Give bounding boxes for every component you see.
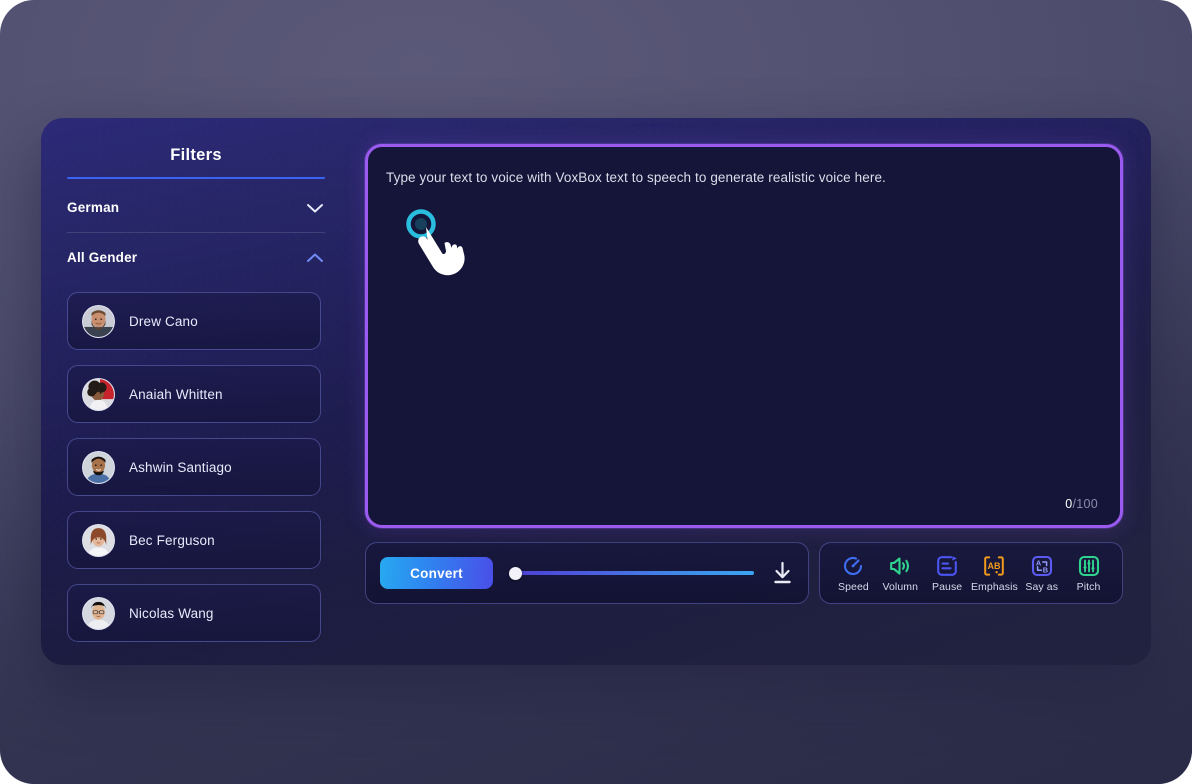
avatar <box>82 377 115 411</box>
convert-panel: Convert <box>365 542 809 604</box>
pitch-sliders-icon[interactable] <box>1076 553 1101 578</box>
avatar <box>82 450 115 484</box>
say-as-icon[interactable]: A B <box>1029 553 1054 578</box>
list-item[interactable]: Anaiah Whitten <box>67 365 321 423</box>
ssml-tools-panel: Speed Volumn Pause AB Emphasis A B Say a… <box>819 542 1123 604</box>
tool-volume[interactable]: Volumn <box>877 553 923 593</box>
hand-pointer-cursor <box>402 207 482 279</box>
text-editor-panel[interactable]: Type your text to voice with VoxBox text… <box>365 144 1123 528</box>
voice-name: Ashwin Santiago <box>129 459 232 475</box>
filter-gender-row[interactable]: All Gender <box>67 233 325 282</box>
tool-speed[interactable]: Speed <box>830 553 876 593</box>
app-root: Filters German All Gender Drew Cano Anai… <box>0 0 1192 784</box>
tool-say-as[interactable]: A B Say as <box>1019 553 1065 593</box>
speed-gauge-icon[interactable] <box>841 553 866 578</box>
chevron-up-icon[interactable] <box>305 252 325 264</box>
download-icon[interactable] <box>770 558 794 588</box>
character-counter: 0/100 <box>1065 497 1098 511</box>
list-item[interactable]: Nicolas Wang <box>67 584 321 642</box>
progress-slider[interactable] <box>509 563 754 583</box>
tool-label: Pitch <box>1076 581 1101 593</box>
text-editor-inner[interactable]: Type your text to voice with VoxBox text… <box>368 147 1120 525</box>
text-input-placeholder: Type your text to voice with VoxBox text… <box>386 170 886 185</box>
slider-knob[interactable] <box>509 566 522 580</box>
app-window: Filters German All Gender Drew Cano Anai… <box>41 118 1151 665</box>
voice-name: Bec Ferguson <box>129 532 215 548</box>
voice-list[interactable]: Drew Cano Anaiah Whitten Ashwin Santiago… <box>67 292 325 665</box>
tool-pitch[interactable]: Pitch <box>1066 553 1112 593</box>
avatar <box>82 596 115 630</box>
filters-title-underline <box>67 177 325 179</box>
voice-name: Anaiah Whitten <box>129 386 223 402</box>
volume-icon[interactable] <box>888 553 913 578</box>
filters-sidebar: Filters German All Gender Drew Cano Anai… <box>41 118 351 665</box>
tool-label: Say as <box>1025 581 1059 593</box>
pause-note-icon[interactable] <box>935 553 960 578</box>
voice-name: Nicolas Wang <box>129 605 214 621</box>
emphasis-ab-icon[interactable]: AB <box>982 553 1007 578</box>
chevron-down-icon[interactable] <box>305 202 325 214</box>
convert-button[interactable]: Convert <box>380 557 493 589</box>
tool-label: Speed <box>837 581 869 593</box>
list-item[interactable]: Drew Cano <box>67 292 321 350</box>
list-item[interactable]: Bec Ferguson <box>67 511 321 569</box>
svg-text:A: A <box>1036 558 1042 567</box>
tool-pause[interactable]: Pause <box>924 553 970 593</box>
slider-rail <box>515 571 754 575</box>
svg-text:AB: AB <box>988 561 1001 571</box>
svg-text:B: B <box>1042 565 1047 574</box>
list-item[interactable]: Ashwin Santiago <box>67 438 321 496</box>
main-content: Type your text to voice with VoxBox text… <box>351 118 1151 665</box>
avatar <box>82 304 115 338</box>
avatar <box>82 523 115 557</box>
tool-label: Volumn <box>882 581 919 593</box>
filter-gender-label: All Gender <box>67 250 138 265</box>
filter-language-row[interactable]: German <box>67 183 325 232</box>
filters-title: Filters <box>170 146 222 164</box>
tool-emphasis[interactable]: AB Emphasis <box>971 553 1018 593</box>
filter-language-label: German <box>67 200 120 215</box>
voice-name: Drew Cano <box>129 313 198 329</box>
tool-label: Pause <box>931 581 963 593</box>
character-count-max: /100 <box>1072 497 1098 511</box>
bottom-toolbar: Convert Speed Volumn Pause AB Emphasis A… <box>365 542 1123 604</box>
tool-label: Emphasis <box>970 581 1018 593</box>
